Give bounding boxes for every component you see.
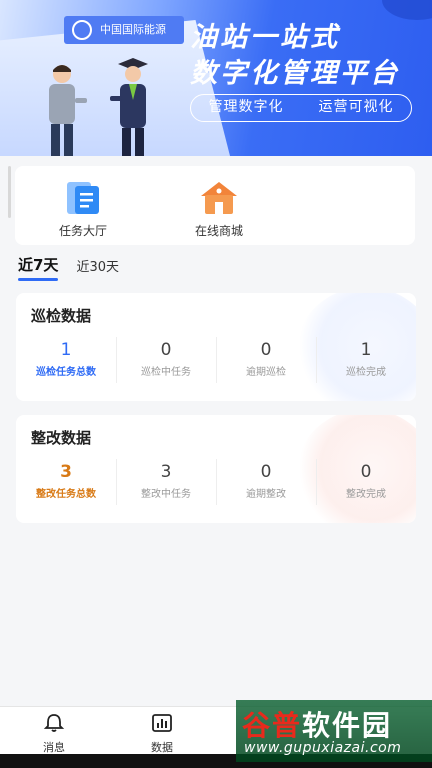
nav-item-messages[interactable]: 消息 — [24, 713, 84, 755]
quick-entry-card: 任务大厅 在线商城 — [8, 166, 415, 245]
stat-value: 0 — [160, 340, 172, 360]
inspection-stats: 1 巡检任务总数 0 巡检中任务 0 逾期巡检 1 巡检完成 — [16, 337, 416, 385]
nav-item-data[interactable]: 数据 — [132, 713, 192, 755]
site-watermark: 谷普软件园 www.gupuxiazai.com — [236, 700, 432, 762]
chart-icon — [152, 714, 172, 732]
stat-label: 巡检中任务 — [141, 367, 191, 378]
nav-label: 数据 — [151, 741, 173, 754]
stat-label: 巡检任务总数 — [36, 367, 96, 378]
slogan-left: 管理数字化 — [208, 99, 284, 115]
globe-logo-icon — [72, 20, 92, 40]
rectification-stats: 3 整改任务总数 3 整改中任务 0 逾期整改 0 整改完成 — [16, 459, 416, 507]
stat-value: 0 — [260, 462, 272, 482]
stat-value: 1 — [360, 340, 372, 360]
stat-value: 0 — [360, 462, 372, 482]
rectification-title: 整改数据 — [31, 429, 92, 447]
banner-corner-decoration — [382, 0, 432, 20]
banner-slogan-pill: 管理数字化 运营可视化 — [190, 94, 412, 122]
online-shop-entry[interactable]: 在线商城 — [151, 166, 287, 245]
stat-inspection-completed[interactable]: 1 巡检完成 — [316, 337, 416, 385]
stat-rectification-in-progress[interactable]: 3 整改中任务 — [116, 459, 216, 507]
hero-banner[interactable]: 中国国际能源 油站一站式 数字化管理平台 管理数字化 运营可视化 — [0, 0, 432, 156]
stat-label: 整改完成 — [346, 489, 386, 500]
graduate-illustration — [110, 58, 148, 156]
online-shop-label: 在线商城 — [194, 224, 243, 238]
stat-value: 3 — [160, 462, 172, 482]
shop-icon — [201, 182, 237, 214]
nav-label: 消息 — [43, 741, 65, 754]
rectification-data-card: 整改数据 3 整改任务总数 3 整改中任务 0 逾期整改 0 整改完成 — [16, 415, 416, 523]
stat-inspection-overdue[interactable]: 0 逾期巡检 — [216, 337, 316, 385]
tab-7-days[interactable]: 近7天 — [18, 254, 59, 281]
bell-icon — [43, 714, 65, 732]
station-sign: 中国国际能源 — [64, 16, 184, 44]
stat-inspection-in-progress[interactable]: 0 巡检中任务 — [116, 337, 216, 385]
stat-label: 整改中任务 — [141, 489, 191, 500]
banner-title-line2: 数字化管理平台 — [190, 58, 400, 89]
scroll-indicator — [8, 166, 11, 218]
task-hall-icon — [67, 182, 99, 214]
stat-value: 3 — [60, 462, 72, 482]
tab-30-days[interactable]: 近30天 — [76, 256, 119, 281]
banner-title: 油站一站式 数字化管理平台 — [190, 20, 412, 92]
inspection-data-card: 巡检数据 1 巡检任务总数 0 巡检中任务 0 逾期巡检 1 巡检完成 — [16, 293, 416, 401]
stat-label: 整改任务总数 — [36, 489, 96, 500]
stat-label: 逾期整改 — [246, 489, 286, 500]
banner-title-line1: 油站一站式 — [190, 22, 340, 53]
businessman-illustration — [49, 65, 87, 156]
stat-value: 1 — [60, 340, 72, 360]
stat-value: 0 — [260, 340, 272, 360]
stat-rectification-overdue[interactable]: 0 逾期整改 — [216, 459, 316, 507]
station-sign-text: 中国国际能源 — [100, 23, 166, 36]
stat-rectification-total[interactable]: 3 整改任务总数 — [16, 459, 116, 507]
task-hall-entry[interactable]: 任务大厅 — [15, 166, 151, 245]
stat-label: 逾期巡检 — [246, 367, 286, 378]
watermark-url: www.gupuxiazai.com — [244, 740, 402, 756]
slogan-right: 运营可视化 — [318, 99, 394, 115]
stat-rectification-completed[interactable]: 0 整改完成 — [316, 459, 416, 507]
watermark-brand: 谷普软件园 — [242, 704, 392, 744]
stat-inspection-total[interactable]: 1 巡检任务总数 — [16, 337, 116, 385]
period-tabs: 近7天 近30天 — [18, 254, 137, 281]
stat-label: 巡检完成 — [346, 367, 386, 378]
watermark-brand-b: 软件园 — [302, 709, 393, 742]
task-hall-label: 任务大厅 — [58, 224, 107, 238]
watermark-brand-a: 谷普 — [242, 709, 303, 742]
inspection-title: 巡检数据 — [31, 307, 92, 325]
